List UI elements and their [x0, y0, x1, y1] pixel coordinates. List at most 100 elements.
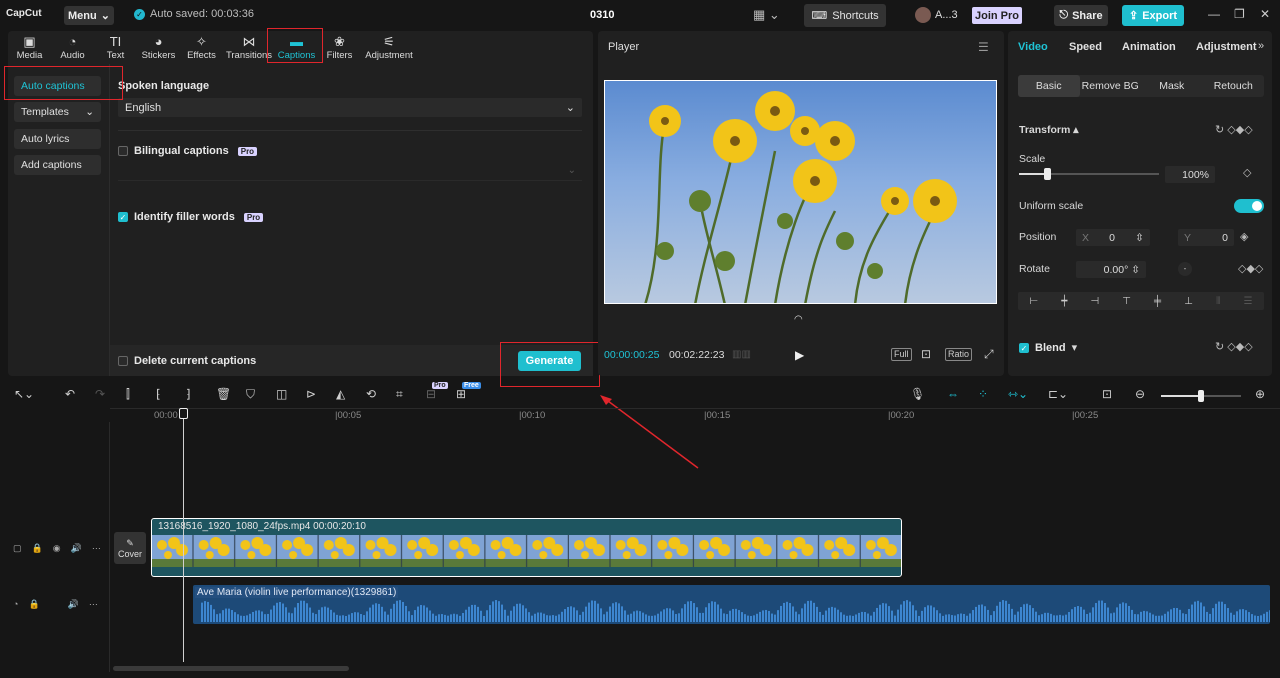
speaker-icon[interactable]: 🔊	[68, 599, 79, 610]
magnet-icon[interactable]: ⇔	[947, 387, 959, 401]
lock-icon[interactable]: 🔒	[32, 543, 43, 554]
select-tool-icon[interactable]: ↖⌄	[14, 387, 34, 401]
rotate-value-field[interactable]: 0.00° ⇳	[1076, 261, 1146, 278]
microphone-icon[interactable]: 🎙	[910, 387, 925, 401]
video-clip[interactable]: 13168516_1920_1080_24fps.mp4 00:00:20:10	[151, 518, 902, 577]
user-name[interactable]: A...3	[935, 9, 958, 21]
tab-filters[interactable]: ❀ Filters	[318, 31, 361, 64]
align-left-icon[interactable]: ⊢	[1030, 296, 1039, 307]
speaker-icon[interactable]: 🔊	[71, 543, 82, 554]
link-icon[interactable]: ⁘	[978, 387, 988, 401]
hamburger-icon[interactable]: ☰	[978, 40, 989, 54]
auto-reframe-icon[interactable]: ⊟	[426, 387, 436, 401]
bilingual-checkbox[interactable]	[118, 146, 128, 156]
preview-axis-icon[interactable]: ⇿⌄	[1008, 387, 1028, 401]
freeze-icon[interactable]: ◫	[276, 387, 287, 401]
playhead-handle[interactable]	[179, 408, 188, 419]
zoom-out-icon[interactable]: ⊖	[1135, 387, 1145, 401]
avatar[interactable]	[915, 7, 931, 23]
screenshot-icon[interactable]: ⊡	[921, 347, 931, 361]
language-select[interactable]: English ⌄	[118, 98, 582, 117]
blend-checkbox[interactable]: ✓	[1019, 342, 1029, 353]
restore-icon[interactable]: ❐	[1234, 7, 1245, 21]
reset-icon[interactable]: ↻ ◇◆◇	[1215, 123, 1253, 136]
align-middle-icon[interactable]: ╪	[1154, 296, 1161, 307]
tab-speed[interactable]: Speed	[1069, 41, 1102, 53]
keyframe-icon[interactable]: ◈	[1240, 230, 1248, 243]
layout-icon[interactable]: ▦ ⌄	[753, 7, 780, 23]
more-icon[interactable]: ⋯	[89, 599, 98, 610]
audio-clip[interactable]: Ave Maria (violin live performance)(1329…	[193, 585, 1270, 624]
scale-slider-handle[interactable]	[1044, 168, 1051, 180]
share-button[interactable]: ⎋ Share	[1054, 5, 1108, 26]
transform-label[interactable]: Transform ▴	[1019, 124, 1079, 136]
subtab-mask[interactable]: Mask	[1141, 75, 1203, 97]
fullscreen-icon[interactable]: ⤢	[984, 347, 994, 362]
tab-audio[interactable]: ◔ Audio	[51, 31, 94, 64]
lock-icon[interactable]: 🔒	[28, 599, 39, 610]
rotate-icon[interactable]: ⟲	[366, 387, 376, 401]
tab-media[interactable]: ▣ Media	[8, 31, 51, 64]
tab-adjustment[interactable]: ⚟ Adjustment	[361, 31, 417, 64]
cover-button[interactable]: ✎ Cover	[114, 532, 146, 564]
align-top-icon[interactable]: ⊤	[1122, 296, 1131, 307]
reset-icon[interactable]: ↻ ◇◆◇	[1215, 340, 1253, 353]
smart-cut-icon[interactable]: ⊞	[456, 387, 466, 401]
minimize-icon[interactable]: —	[1208, 7, 1220, 21]
keyframe-icon[interactable]: ◇◆◇	[1238, 262, 1263, 275]
rotate-dial[interactable]: -	[1178, 262, 1192, 276]
position-x-field[interactable]: X 0 ⇳	[1076, 229, 1150, 246]
play-button[interactable]: ▶	[795, 348, 804, 362]
sidebar-item-templates[interactable]: Templates ⌄	[14, 102, 101, 122]
position-y-field[interactable]: Y0	[1178, 229, 1234, 246]
filler-words-checkbox[interactable]: ✓	[118, 212, 128, 222]
split-view-icon[interactable]: ⊏⌄	[1048, 387, 1068, 401]
full-quality-button[interactable]: Full	[891, 348, 912, 361]
subtab-basic[interactable]: Basic	[1018, 75, 1080, 97]
blend-row[interactable]: ✓ Blend ▾	[1019, 341, 1077, 354]
export-button[interactable]: ⇪ Export	[1122, 5, 1184, 26]
join-pro-button[interactable]: Join Pro	[972, 7, 1022, 24]
split-left-icon[interactable]: ⁅	[156, 387, 161, 401]
split-icon[interactable]: ⫿	[126, 387, 130, 402]
delete-captions-checkbox[interactable]	[118, 356, 128, 366]
video-preview[interactable]	[604, 80, 997, 304]
project-title[interactable]: 0310	[590, 9, 614, 21]
delete-icon[interactable]: 🗑	[216, 387, 231, 401]
fit-icon[interactable]: ⊡	[1102, 387, 1112, 401]
menu-button[interactable]: Menu ⌄	[64, 6, 114, 25]
close-icon[interactable]: ✕	[1260, 7, 1270, 21]
more-tabs-icon[interactable]: »	[1258, 40, 1264, 52]
timeline-scrollbar[interactable]	[113, 666, 349, 671]
stepper-icon[interactable]: ⇳	[1135, 232, 1144, 244]
sidebar-item-add-captions[interactable]: Add captions	[14, 155, 101, 175]
align-center-icon[interactable]: ┿	[1061, 296, 1067, 307]
shortcuts-button[interactable]: ⌨ Shortcuts	[804, 4, 886, 27]
more-icon[interactable]: ⋯	[92, 543, 101, 554]
marker-icon[interactable]: ⛉	[246, 387, 255, 402]
crop-icon[interactable]: ⌗	[396, 387, 403, 402]
tab-animation[interactable]: Animation	[1122, 41, 1176, 53]
align-right-icon[interactable]: ⊣	[1090, 296, 1099, 307]
eye-icon[interactable]: ◉	[53, 543, 61, 554]
undo-icon[interactable]: ↶	[65, 387, 75, 401]
split-right-icon[interactable]: ⁆	[186, 387, 191, 401]
rotate-handle-icon[interactable]: ◠	[794, 314, 803, 325]
scale-slider[interactable]	[1019, 168, 1159, 180]
uniform-scale-toggle[interactable]	[1234, 199, 1264, 213]
playhead[interactable]	[183, 410, 184, 662]
scale-value-field[interactable]: 100%	[1165, 166, 1215, 183]
zoom-slider[interactable]	[1161, 390, 1241, 402]
zoom-in-icon[interactable]: ⊕	[1255, 387, 1265, 401]
tab-adjustment[interactable]: Adjustment	[1196, 41, 1257, 53]
sidebar-item-auto-lyrics[interactable]: Auto lyrics	[14, 129, 101, 149]
reverse-icon[interactable]: ⊳	[306, 387, 316, 401]
tab-stickers[interactable]: ◕ Stickers	[137, 31, 180, 64]
ratio-button[interactable]: Ratio	[945, 348, 973, 361]
keyframe-icon[interactable]: ◇	[1243, 166, 1251, 179]
subtab-remove-bg[interactable]: Remove BG	[1080, 75, 1142, 97]
align-bottom-icon[interactable]: ⊥	[1184, 296, 1193, 307]
timeline-ruler[interactable]	[110, 408, 1280, 422]
zoom-slider-handle[interactable]	[1198, 390, 1204, 402]
mirror-icon[interactable]: ◭	[336, 387, 345, 401]
